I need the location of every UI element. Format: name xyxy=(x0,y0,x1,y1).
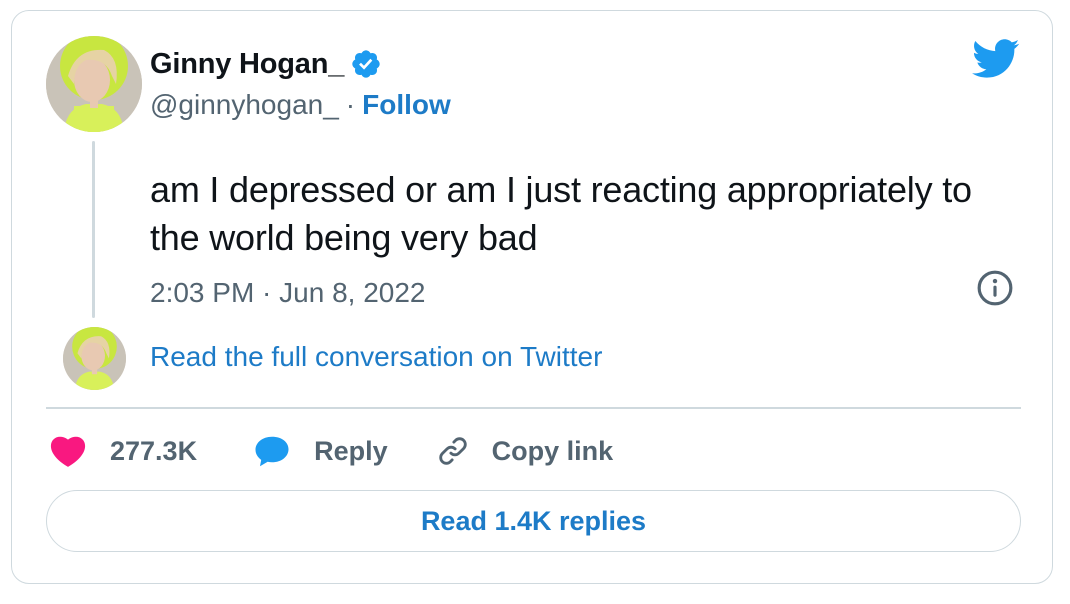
author-avatar[interactable] xyxy=(46,36,142,132)
read-full-conversation-link[interactable]: Read the full conversation on Twitter xyxy=(150,341,602,373)
actions-divider xyxy=(46,407,1021,409)
tweet-text: am I depressed or am I just reacting app… xyxy=(150,169,972,258)
author-handle-row: @ginnyhogan_ · Follow xyxy=(150,86,451,124)
tweet-actions-bar: 277.3K Reply Copy link xyxy=(50,429,613,473)
reply-button[interactable]: Reply xyxy=(254,434,388,468)
conversation-avatar[interactable] xyxy=(63,327,126,390)
copy-link-button[interactable]: Copy link xyxy=(436,434,614,468)
author-name-row[interactable]: Ginny Hogan_ xyxy=(150,44,382,84)
thread-connector-line xyxy=(92,141,95,318)
copy-link-label: Copy link xyxy=(491,435,614,466)
read-replies-button[interactable]: Read 1.4K replies xyxy=(46,490,1021,552)
verified-badge-icon xyxy=(352,50,380,78)
tweet-timestamp[interactable]: 2:03 PM · Jun 8, 2022 xyxy=(150,277,426,309)
author-handle[interactable]: @ginnyhogan_ xyxy=(150,89,339,121)
like-button[interactable]: 277.3K xyxy=(50,434,197,468)
follow-button[interactable]: Follow xyxy=(362,89,451,121)
author-display-name[interactable]: Ginny Hogan_ xyxy=(150,48,344,81)
handle-separator: · xyxy=(345,89,356,120)
twitter-bird-icon[interactable] xyxy=(972,39,1020,79)
speech-bubble-icon xyxy=(255,436,289,467)
heart-icon xyxy=(50,436,86,467)
tweet-card: Ginny Hogan_ @ginnyhogan_ · Follow am I … xyxy=(11,10,1053,584)
like-count: 277.3K xyxy=(110,435,198,466)
reply-label: Reply xyxy=(314,435,388,466)
info-icon[interactable] xyxy=(976,269,1014,307)
link-icon xyxy=(438,437,467,465)
